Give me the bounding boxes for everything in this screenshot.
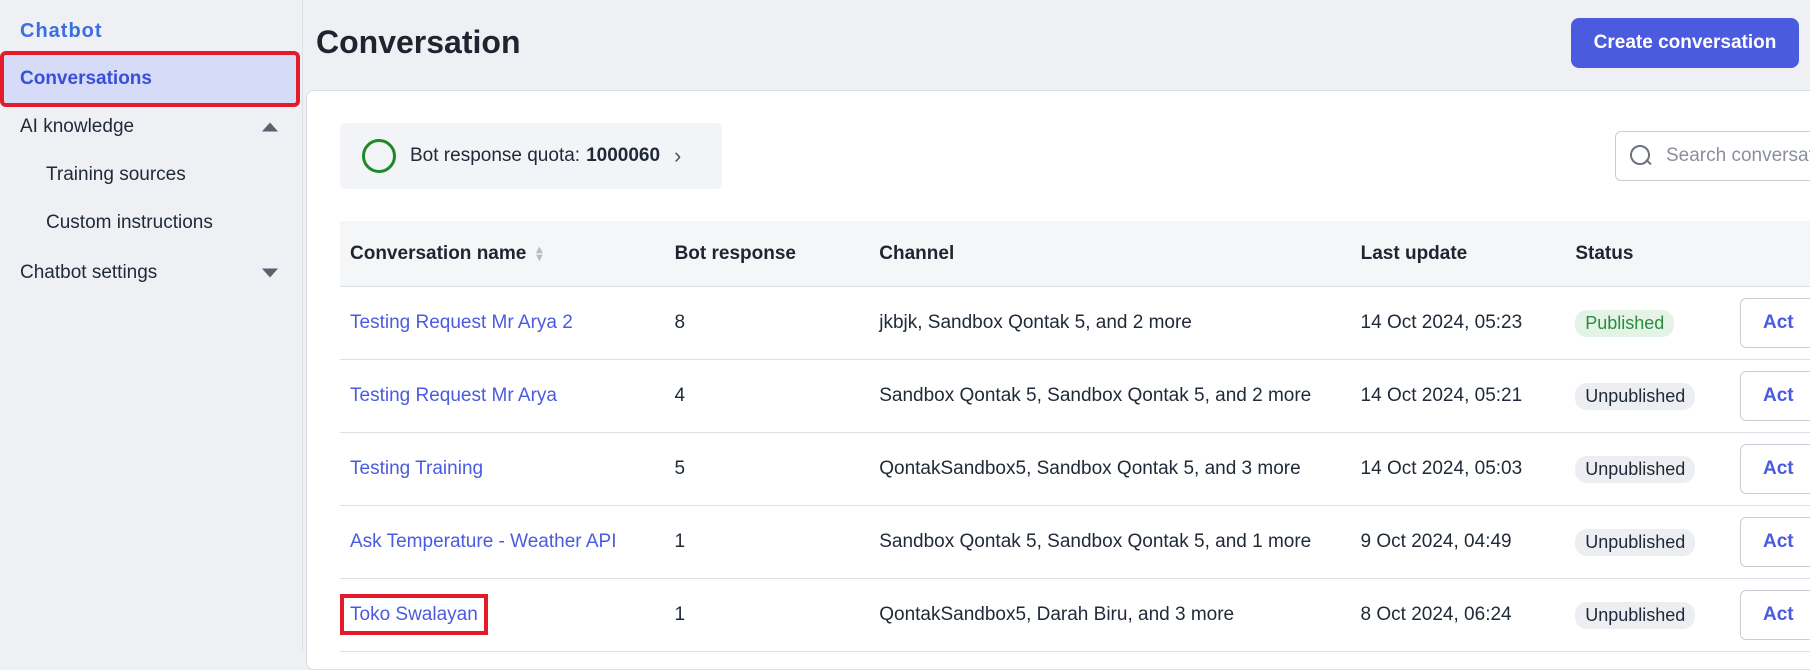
last-update: 8 Oct 2024, 06:24 bbox=[1360, 604, 1512, 625]
table-row: Testing Request Mr Arya 2 8 jkbjk, Sandb… bbox=[340, 287, 1810, 360]
page-title: Conversation bbox=[316, 24, 521, 60]
sidebar-brand: Chatbot bbox=[20, 20, 103, 42]
column-header-channel: Channel bbox=[879, 242, 955, 264]
action-button[interactable]: Act bbox=[1740, 298, 1810, 348]
channel-list: QontakSandbox5, Sandbox Qontak 5, and 3 … bbox=[879, 458, 1301, 479]
table-header: Conversation name ▴ ▾ Bot response Channel… bbox=[340, 221, 1810, 287]
table-row: Toko Swalayan 1 QontakSandbox5, Darah Bi… bbox=[340, 579, 1810, 652]
sidebar: Chatbot Conversations AI knowledge Train… bbox=[0, 0, 303, 650]
quota-ring-icon bbox=[362, 139, 396, 173]
column-header-last-update: Last update bbox=[1360, 242, 1468, 264]
conversation-name-link[interactable]: Ask Temperature - Weather API bbox=[350, 531, 616, 552]
action-button[interactable]: Act bbox=[1740, 371, 1810, 421]
bot-response-count: 4 bbox=[674, 385, 686, 406]
channel-list: jkbjk, Sandbox Qontak 5, and 2 more bbox=[879, 312, 1192, 333]
conversation-name-link[interactable]: Toko Swalayan bbox=[340, 594, 488, 635]
search-icon bbox=[1630, 145, 1652, 167]
last-update: 9 Oct 2024, 04:49 bbox=[1360, 531, 1512, 552]
column-header-conversation-name[interactable]: Conversation name ▴ ▾ bbox=[340, 243, 675, 265]
table-row: Ask Temperature - Weather API 1 Sandbox … bbox=[340, 506, 1810, 579]
quota-label: Bot response quota: bbox=[410, 145, 581, 166]
sidebar-item-training-sources[interactable]: Training sources bbox=[4, 151, 296, 199]
search-box[interactable] bbox=[1615, 131, 1810, 181]
status-badge: Unpublished bbox=[1575, 528, 1696, 556]
sidebar-item-label: Chatbot settings bbox=[20, 262, 158, 283]
last-update: 14 Oct 2024, 05:23 bbox=[1360, 312, 1523, 333]
channel-list: Sandbox Qontak 5, Sandbox Qontak 5, and … bbox=[879, 531, 1312, 552]
bot-response-count: 8 bbox=[674, 312, 686, 333]
sidebar-item-conversations[interactable]: Conversations bbox=[0, 51, 300, 107]
conversation-name-link[interactable]: Testing Training bbox=[350, 458, 483, 479]
conversation-name-link[interactable]: Testing Request Mr Arya bbox=[350, 385, 557, 406]
quota-value: 1000060 bbox=[586, 145, 661, 166]
sort-icon[interactable]: ▴ ▾ bbox=[536, 243, 542, 263]
channel-list: QontakSandbox5, Darah Biru, and 3 more bbox=[879, 604, 1235, 625]
bot-response-count: 5 bbox=[674, 458, 686, 479]
bot-response-quota[interactable]: Bot response quota: 1000060 › bbox=[340, 123, 722, 189]
action-button[interactable]: Act bbox=[1740, 517, 1810, 567]
sidebar-item-ai-knowledge[interactable]: AI knowledge bbox=[4, 103, 296, 151]
chevron-right-icon: › bbox=[674, 143, 682, 168]
status-badge: Published bbox=[1575, 309, 1675, 337]
create-conversation-button[interactable]: Create conversation bbox=[1571, 18, 1799, 68]
status-badge: Unpublished bbox=[1575, 601, 1696, 629]
conversation-table: Conversation name ▴ ▾ Bot response Channel… bbox=[340, 221, 1810, 652]
table-row: Testing Training 5 QontakSandbox5, Sandb… bbox=[340, 433, 1810, 506]
search-input[interactable] bbox=[1666, 145, 1810, 167]
main-content: Conversation Create conversation Bot res… bbox=[304, 0, 1810, 670]
conversation-name-link[interactable]: Testing Request Mr Arya 2 bbox=[350, 312, 573, 333]
sidebar-item-custom-instructions[interactable]: Custom instructions bbox=[4, 199, 296, 247]
last-update: 14 Oct 2024, 05:03 bbox=[1360, 458, 1523, 479]
action-button[interactable]: Act bbox=[1740, 590, 1810, 640]
bot-response-count: 1 bbox=[674, 531, 686, 552]
conversation-card: Bot response quota: 1000060 › Conversati… bbox=[306, 90, 1810, 670]
chevron-down-icon bbox=[262, 268, 278, 278]
table-row: Testing Request Mr Arya 4 Sandbox Qontak… bbox=[340, 360, 1810, 433]
chevron-up-icon bbox=[262, 122, 278, 132]
column-header-status: Status bbox=[1575, 242, 1634, 264]
column-header-bot-response: Bot response bbox=[674, 242, 796, 264]
bot-response-count: 1 bbox=[674, 604, 686, 625]
status-badge: Unpublished bbox=[1575, 382, 1696, 410]
channel-list: Sandbox Qontak 5, Sandbox Qontak 5, and … bbox=[879, 385, 1312, 406]
status-badge: Unpublished bbox=[1575, 455, 1696, 483]
sidebar-item-chatbot-settings[interactable]: Chatbot settings bbox=[4, 249, 296, 297]
action-button[interactable]: Act bbox=[1740, 444, 1810, 494]
sidebar-item-label: AI knowledge bbox=[20, 116, 135, 137]
last-update: 14 Oct 2024, 05:21 bbox=[1360, 385, 1523, 406]
